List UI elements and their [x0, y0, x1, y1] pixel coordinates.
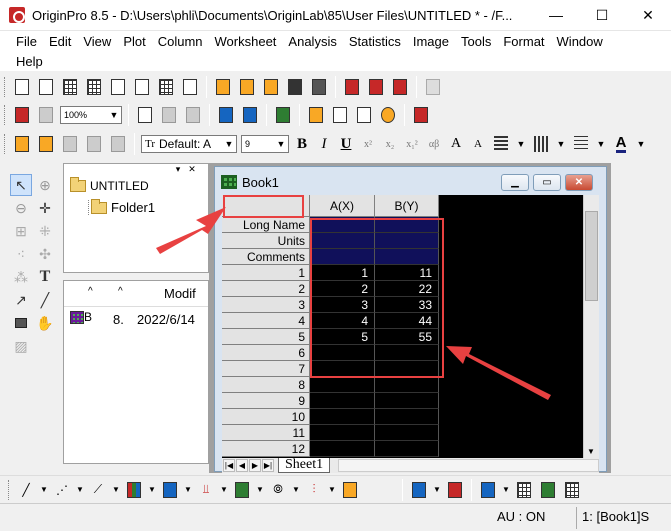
area-plot-dropdown[interactable]: ▼ — [255, 479, 265, 501]
column-plot-dropdown[interactable]: ▼ — [147, 479, 157, 501]
surface-icon — [481, 481, 495, 498]
toolbar-grip — [8, 479, 11, 500]
column-plot-button[interactable] — [123, 479, 145, 501]
stat-plot-icon: ⫫ — [202, 482, 210, 496]
stock-plot-button[interactable]: ⫶ — [303, 479, 325, 501]
toolbar-separator — [402, 478, 403, 501]
graph-toolbar: ╱ ▼ ⋰ ▼ ⟋ ▼ ▼ ▼ ⫫ ▼ ▼ ⦾ ▼ ⫶ ▼ ▼ ▼ — [0, 475, 671, 503]
chevron-down-icon: ▼ — [40, 485, 48, 494]
chevron-down-icon: ▼ — [76, 485, 84, 494]
column-plot-icon — [127, 481, 141, 498]
chevron-down-icon: ▼ — [433, 485, 441, 494]
image-plot-button[interactable] — [537, 479, 559, 501]
line-symbol-icon: ⟋ — [93, 482, 103, 496]
3d-graph-dropdown[interactable]: ▼ — [432, 479, 442, 501]
chevron-down-icon: ▼ — [220, 485, 228, 494]
line-symbol-button[interactable]: ⟋ — [87, 479, 109, 501]
stat-plot-button[interactable]: ⫫ — [195, 479, 217, 501]
3d-plot-dropdown[interactable]: ▼ — [183, 479, 193, 501]
area-plot-icon — [235, 481, 249, 498]
chevron-down-icon: ▼ — [184, 485, 192, 494]
annotation-arrow-left — [156, 207, 226, 254]
polar-plot-button[interactable]: ⦾ — [267, 479, 289, 501]
surface-button[interactable] — [477, 479, 499, 501]
mesh-icon — [517, 481, 531, 498]
line-symbol-dropdown[interactable]: ▼ — [111, 479, 121, 501]
status-divider — [576, 507, 577, 529]
image-plot-icon — [541, 481, 555, 498]
line-plot-button[interactable]: ╱ — [15, 479, 37, 501]
line-plot-dropdown[interactable]: ▼ — [39, 479, 49, 501]
matrix-plot-icon — [565, 481, 579, 498]
stat-plot-dropdown[interactable]: ▼ — [219, 479, 229, 501]
chevron-down-icon: ▼ — [292, 485, 300, 494]
contour-button[interactable] — [444, 479, 466, 501]
matrix-plot-button[interactable] — [561, 479, 583, 501]
3d-plot-button[interactable] — [159, 479, 181, 501]
stock-plot-icon: ⫶ — [312, 482, 316, 496]
stock-plot-dropdown[interactable]: ▼ — [327, 479, 337, 501]
polar-plot-icon: ⦾ — [273, 482, 283, 496]
chevron-down-icon: ▼ — [502, 485, 510, 494]
contour-icon — [448, 481, 462, 498]
template-button[interactable] — [339, 479, 361, 501]
status-au: AU : ON — [497, 509, 546, 524]
chevron-down-icon: ▼ — [328, 485, 336, 494]
toolbar-separator — [471, 478, 472, 501]
mesh-button[interactable] — [513, 479, 535, 501]
status-active-window: 1: [Book1]S — [582, 509, 650, 524]
status-bar: AU : ON 1: [Book1]S — [0, 503, 671, 531]
area-plot-button[interactable] — [231, 479, 253, 501]
scatter-plot-dropdown[interactable]: ▼ — [75, 479, 85, 501]
line-plot-icon: ╱ — [22, 482, 30, 497]
polar-plot-dropdown[interactable]: ▼ — [291, 479, 301, 501]
scatter-plot-button[interactable]: ⋰ — [51, 479, 73, 501]
3d-graph-icon — [412, 481, 426, 498]
template-icon — [343, 481, 357, 498]
annotation-arrow-right — [446, 346, 551, 400]
chevron-down-icon: ▼ — [112, 485, 120, 494]
chevron-down-icon: ▼ — [148, 485, 156, 494]
3d-plot-icon — [163, 481, 177, 498]
annotation-arrows — [156, 207, 551, 400]
chevron-down-icon: ▼ — [256, 485, 264, 494]
scatter-plot-icon: ⋰ — [56, 482, 68, 497]
surface-dropdown[interactable]: ▼ — [501, 479, 511, 501]
3d-graph-button[interactable] — [408, 479, 430, 501]
